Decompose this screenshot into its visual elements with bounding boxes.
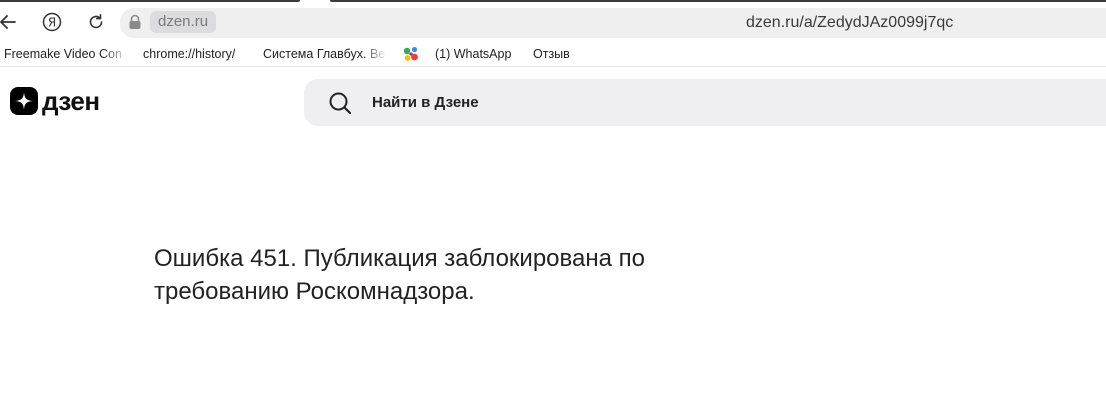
- search-placeholder: Найти в Дзене: [372, 94, 479, 111]
- bookmarks-bar: Freemake Video Con chrome://history/ Сис…: [0, 40, 1106, 67]
- bookmark-freemake[interactable]: Freemake Video Con: [4, 46, 128, 62]
- address-bar[interactable]: dzen.ru dzen.ru/a/ZedydJAz0099j7qc: [120, 8, 1106, 38]
- dzen-logo[interactable]: дзен: [10, 87, 100, 115]
- search-input[interactable]: Найти в Дзене: [304, 79, 1106, 126]
- bookmark-otzyv[interactable]: Отзыв: [533, 46, 570, 62]
- error-message: Ошибка 451. Публикация заблокирована по …: [154, 245, 645, 305]
- logo-text: дзен: [42, 86, 100, 116]
- browser-toolbar: Я dzen.ru dzen.ru/a/ZedydJAz0099j7qc: [0, 0, 1106, 40]
- yandex-icon[interactable]: Я: [38, 8, 66, 36]
- back-arrow-icon[interactable]: [0, 8, 22, 36]
- site-header: дзен Найти в Дзене: [0, 67, 1106, 137]
- dzen-star-icon: [10, 87, 38, 115]
- colored-dots-icon[interactable]: [402, 45, 420, 63]
- search-icon: [328, 91, 352, 115]
- lock-icon[interactable]: [128, 14, 142, 30]
- url-text[interactable]: dzen.ru/a/ZedydJAz0099j7qc: [746, 13, 953, 33]
- reload-icon[interactable]: [82, 8, 110, 36]
- bookmark-glavbukh[interactable]: Система Главбух. Ве: [263, 46, 387, 62]
- domain-chip[interactable]: dzen.ru: [150, 11, 217, 33]
- svg-text:Я: Я: [48, 16, 56, 30]
- tab-edge: [0, 0, 300, 2]
- tab-edge: [330, 0, 1106, 2]
- bookmark-history[interactable]: chrome://history/: [143, 46, 235, 62]
- bookmark-whatsapp[interactable]: (1) WhatsApp: [435, 46, 511, 62]
